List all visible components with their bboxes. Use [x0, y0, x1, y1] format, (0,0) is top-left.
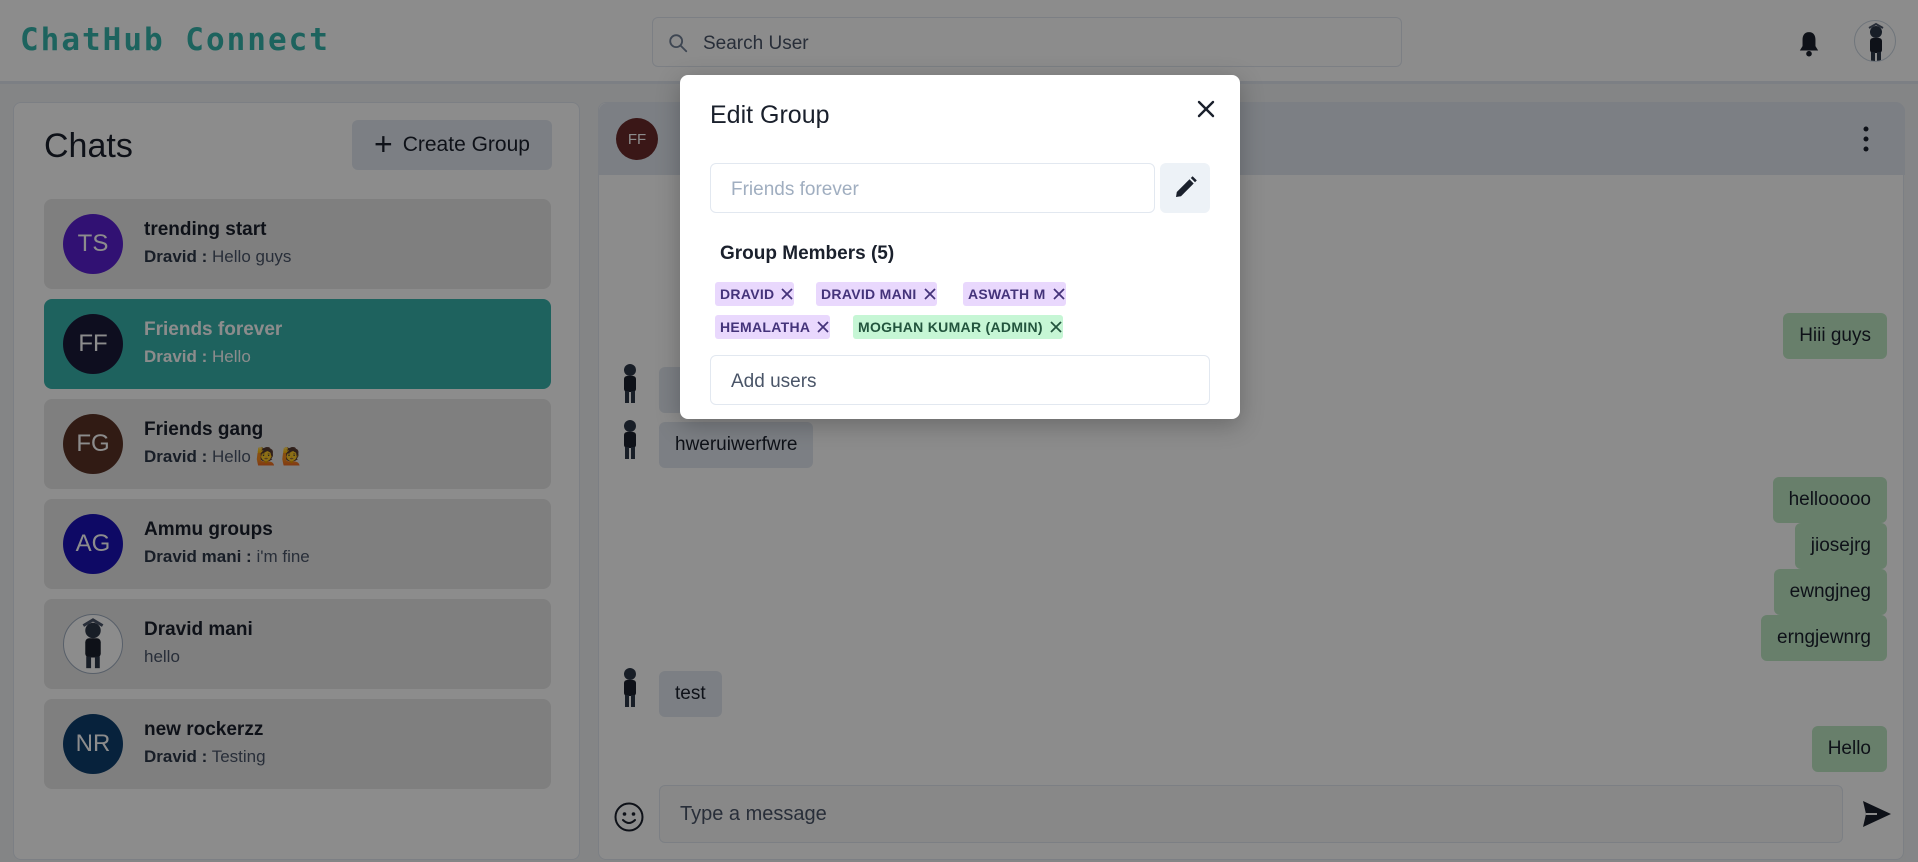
rename-group-button[interactable]: [1160, 163, 1210, 213]
add-users-placeholder: Add users: [731, 371, 817, 392]
group-name-placeholder: Friends forever: [731, 179, 859, 200]
member-tag-hemalatha: HEMALATHA: [715, 315, 831, 339]
member-tag-moghan-kumar: MOGHAN KUMAR (ADMIN): [853, 315, 1063, 339]
member-tag-label: HEMALATHA: [720, 319, 811, 335]
remove-member-icon[interactable]: [1049, 320, 1063, 334]
member-tag-label: ASWATH M: [968, 286, 1046, 302]
pencil-icon: [1176, 176, 1197, 197]
group-name-input[interactable]: Friends forever: [710, 163, 1155, 213]
edit-group-modal: Edit Group Friends forever Group Members…: [680, 75, 1240, 419]
remove-member-icon[interactable]: [780, 287, 794, 301]
member-tag-label: DRAVID: [720, 286, 775, 302]
member-tag-label: DRAVID MANI: [821, 286, 917, 302]
group-members-heading: Group Members (5): [720, 243, 895, 264]
member-tag-aswath-m: ASWATH M: [963, 282, 1066, 306]
remove-member-icon[interactable]: [923, 287, 937, 301]
close-icon[interactable]: [1192, 95, 1220, 123]
member-tag-dravid: DRAVID: [715, 282, 795, 306]
remove-member-icon[interactable]: [1052, 287, 1066, 301]
add-users-input[interactable]: Add users: [710, 355, 1210, 405]
member-tag-label: MOGHAN KUMAR (ADMIN): [858, 319, 1043, 335]
modal-title: Edit Group: [710, 101, 830, 129]
member-tag-dravid-mani: DRAVID MANI: [816, 282, 937, 306]
remove-member-icon[interactable]: [816, 320, 830, 334]
